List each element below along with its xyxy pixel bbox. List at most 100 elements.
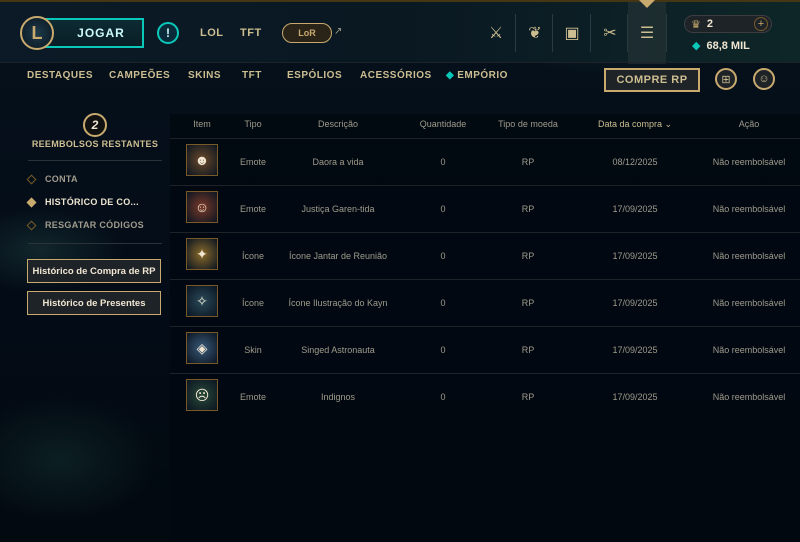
tab-espolios[interactable]: ESPÓLIOS	[287, 70, 342, 81]
header-tipo-moeda: Tipo de moeda	[498, 119, 558, 129]
tab-tft[interactable]: TFT	[242, 70, 262, 81]
collection-icon[interactable]: ▣	[556, 14, 588, 52]
cell-descricao: Daora a vida	[312, 157, 364, 167]
table-header: Item Tipo Descrição Quantidade Tipo de m…	[170, 114, 800, 136]
cell-tipo: Emote	[239, 157, 267, 167]
table-row: ☺ Emote Justiça Garen-tida 0 RP 17/09/2025 Não…	[170, 185, 800, 232]
table-row: ☹ Emote Indignos 0 RP 17/09/2025 Não reembolsá…	[170, 373, 800, 420]
store-icon[interactable]: ☰	[631, 14, 663, 52]
cell-data: 17/09/2025	[612, 251, 658, 261]
tab-acessorios[interactable]: ACESSÓRIOS	[360, 70, 432, 81]
nav-divider	[552, 14, 553, 52]
refunds-remaining-label: REEMBOLSOS RESTANTES	[31, 139, 159, 149]
table-row: ◈ Skin Singed Astronauta 0 RP 17/09/2025 Não r…	[170, 326, 800, 373]
sidebar-item-historico[interactable]: HISTÓRICO DE CO...	[26, 197, 139, 207]
cell-quantidade: 0	[440, 345, 446, 355]
cell-descricao: Ícone Jantar de Reunião	[288, 251, 388, 261]
cell-quantidade: 0	[440, 251, 446, 261]
cell-acao: Não reembolsável	[712, 392, 786, 402]
header-acao: Ação	[738, 119, 760, 129]
cell-moeda: RP	[521, 204, 535, 214]
cell-data: 17/09/2025	[612, 298, 658, 308]
table-row: ✦ Ícone Ícone Jantar de Reunião 0 RP 17/09/20…	[170, 232, 800, 279]
item-thumbnail-icon: ✧	[187, 286, 217, 316]
cell-acao: Não reembolsável	[712, 204, 786, 214]
header-descricao: Descrição	[317, 119, 359, 129]
diamond-icon	[26, 220, 37, 230]
item-thumbnail: ✧	[186, 285, 218, 317]
item-thumbnail-icon: ☹	[187, 380, 217, 410]
nav-divider	[590, 14, 591, 52]
header-data-compra[interactable]: Data da compra ⌄	[598, 119, 672, 130]
item-thumbnail: ◈	[186, 332, 218, 364]
external-link-icon: ↗	[334, 26, 343, 37]
loot-icon[interactable]: ✂	[594, 14, 626, 52]
cell-quantidade: 0	[440, 157, 446, 167]
alert-icon[interactable]: !	[157, 22, 179, 44]
cell-descricao: Justiça Garen-tida	[301, 204, 375, 214]
cell-moeda: RP	[521, 251, 535, 261]
blue-essence-icon: ◆	[692, 40, 701, 52]
cell-tipo: Ícone	[241, 251, 265, 261]
sidebar-item-resgatar[interactable]: RESGATAR CÓDIGOS	[26, 220, 144, 230]
nav-divider	[666, 14, 667, 52]
cell-data: 17/09/2025	[612, 204, 658, 214]
emporio-gem-icon: ◆	[446, 70, 455, 81]
chevron-down-icon: ⌄	[664, 119, 673, 129]
cell-moeda: RP	[521, 157, 535, 167]
table-row: ☻ Emote Daora a vida 0 RP 08/12/2025 Não reemb…	[170, 138, 800, 185]
be-value: 68,8 MIL	[706, 39, 750, 52]
header-item: Item	[193, 119, 211, 129]
clash-icon[interactable]: ⚔	[480, 14, 512, 52]
blue-essence-balance: ◆ 68,8 MIL	[692, 39, 750, 53]
refund-count-badge: 2	[83, 113, 107, 137]
tab-lol[interactable]: LOL	[200, 27, 224, 39]
tab-emporio[interactable]: ◆ EMPÓRIO	[446, 70, 508, 81]
rp-balance: ♛ 2 +	[684, 15, 772, 33]
cell-data: 17/09/2025	[612, 392, 658, 402]
league-logo[interactable]: L	[20, 16, 54, 50]
cell-data: 17/09/2025	[612, 345, 658, 355]
play-button[interactable]: JOGAR	[44, 18, 144, 48]
tab-destaques[interactable]: DESTAQUES	[27, 70, 93, 81]
tft-icon[interactable]: ❦	[519, 14, 551, 52]
sidebar-item-conta[interactable]: CONTA	[26, 174, 78, 184]
cell-tipo: Ícone	[241, 298, 265, 308]
cell-acao: Não reembolsável	[712, 345, 786, 355]
sidebar-divider	[28, 160, 162, 161]
rp-purchase-history-button[interactable]: Histórico de Compra de RP	[27, 259, 161, 283]
header-quantidade: Quantidade	[419, 119, 467, 129]
item-thumbnail-icon: ◈	[187, 333, 217, 363]
cell-tipo: Skin	[244, 345, 262, 355]
cell-acao: Não reembolsável	[712, 157, 786, 167]
gift-icon[interactable]: ⊞	[715, 68, 737, 90]
cell-descricao: Singed Astronauta	[301, 345, 375, 355]
tab-tft[interactable]: TFT	[240, 27, 262, 39]
tab-campeoes[interactable]: CAMPEÕES	[109, 70, 170, 81]
cell-moeda: RP	[521, 298, 535, 308]
add-friend-icon[interactable]: ☺	[753, 68, 775, 90]
item-thumbnail: ✦	[186, 238, 218, 270]
cell-tipo: Emote	[239, 204, 267, 214]
cell-descricao: Ícone Ilustração do Kayn	[288, 298, 388, 308]
add-rp-button[interactable]: +	[754, 17, 768, 31]
lor-launch-button[interactable]: LoR	[282, 23, 332, 43]
top-bar: L JOGAR ! LOL TFT LoR ↗ ⚔ ❦ ▣ ✂ ☰ ♛ 2 + …	[0, 0, 800, 64]
item-thumbnail-icon: ☺	[187, 192, 217, 222]
buy-rp-button[interactable]: COMPRE RP	[604, 68, 700, 92]
cell-quantidade: 0	[440, 392, 446, 402]
item-thumbnail: ☻	[186, 144, 218, 176]
item-thumbnail: ☺	[186, 191, 218, 223]
cell-quantidade: 0	[440, 204, 446, 214]
cell-quantidade: 0	[440, 298, 446, 308]
nav-divider	[515, 14, 516, 52]
item-thumbnail-icon: ☻	[187, 145, 217, 175]
header-tipo: Tipo	[244, 119, 262, 129]
item-thumbnail: ☹	[186, 379, 218, 411]
diamond-icon	[26, 174, 37, 184]
gift-history-button[interactable]: Histórico de Presentes	[27, 291, 161, 315]
rp-value: 2	[706, 18, 713, 30]
item-thumbnail-icon: ✦	[187, 239, 217, 269]
tab-skins[interactable]: SKINS	[188, 70, 221, 81]
purchase-history-table: Item Tipo Descrição Quantidade Tipo de m…	[170, 114, 800, 542]
